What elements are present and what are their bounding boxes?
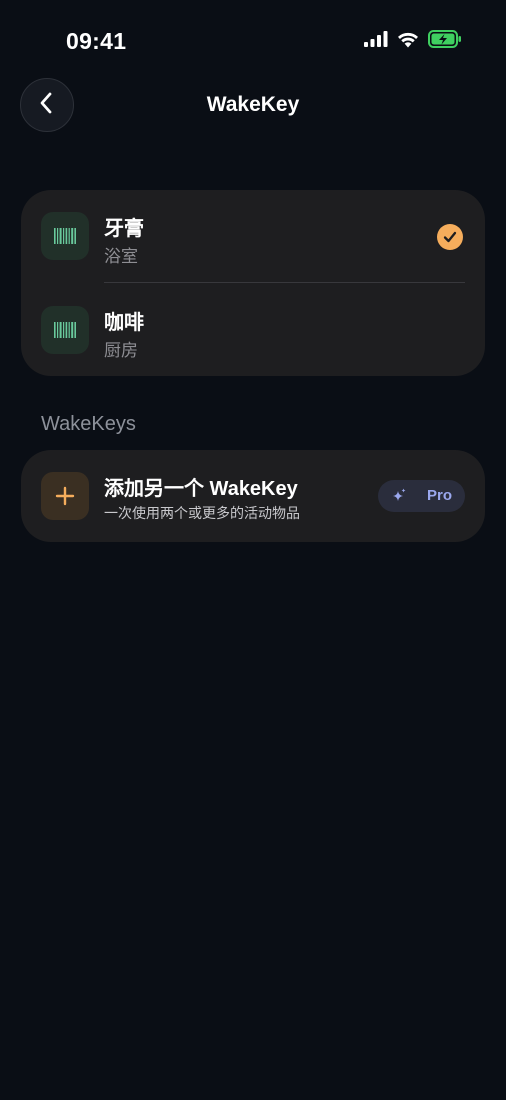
add-wakekey-subtitle: 一次使用两个或更多的活动物品 xyxy=(104,505,300,521)
status-bar: 09:41 xyxy=(0,0,506,80)
add-wakekey-title: 添加另一个 WakeKey xyxy=(104,478,298,500)
status-time: 09:41 xyxy=(66,28,127,54)
pro-label: Pro xyxy=(426,487,452,504)
wakekey-item-coffee[interactable]: 咖啡 厨房 xyxy=(21,284,485,376)
page-title: WakeKey xyxy=(206,93,300,116)
add-wakekey-card[interactable]: 添加另一个 WakeKey 一次使用两个或更多的活动物品 Pro xyxy=(21,450,485,542)
plus-icon xyxy=(41,472,89,520)
item-location: 浴室 xyxy=(104,247,138,266)
wifi-icon xyxy=(397,31,419,53)
divider xyxy=(104,282,465,283)
battery-charging-icon xyxy=(428,30,462,53)
wakekey-items-card: 牙膏 浴室 咖啡 厨房 xyxy=(21,190,485,376)
sparkle-icon xyxy=(390,487,408,510)
cellular-signal-icon xyxy=(364,31,388,52)
status-icons xyxy=(364,30,462,53)
item-name: 咖啡 xyxy=(104,312,144,334)
screen: 09:41 WakeKey 牙膏 浴室 咖啡 厨房 WakeKeys 添加另一个… xyxy=(0,0,506,1100)
pro-badge[interactable]: Pro xyxy=(378,480,465,512)
checkmark-icon xyxy=(437,224,463,250)
wakekey-item-toothpaste[interactable]: 牙膏 浴室 xyxy=(21,190,485,282)
barcode-icon xyxy=(41,212,89,260)
item-location: 厨房 xyxy=(104,341,138,360)
barcode-icon xyxy=(41,306,89,354)
section-label: WakeKeys xyxy=(41,413,136,435)
item-name: 牙膏 xyxy=(104,218,144,240)
